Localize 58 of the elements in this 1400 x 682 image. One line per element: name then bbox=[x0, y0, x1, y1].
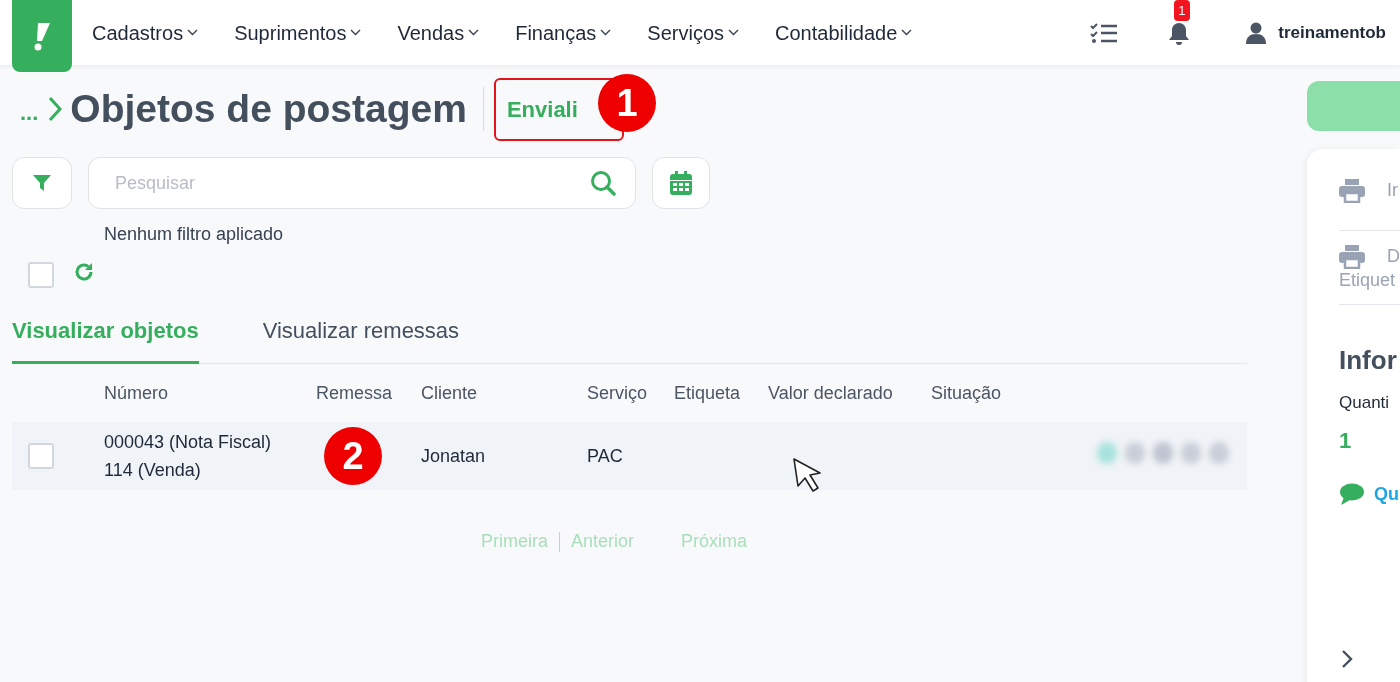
table-cell-text: 114 (Venda) bbox=[104, 459, 202, 482]
chevron-right-icon bbox=[48, 96, 63, 122]
quantity-value: 1 bbox=[1339, 426, 1353, 455]
notification-badge: 1 bbox=[1174, 0, 1190, 21]
printer-icon bbox=[1339, 244, 1365, 269]
nav-menu[interactable]: Cadastros bbox=[92, 17, 199, 48]
printer-icon bbox=[1339, 178, 1365, 203]
user-name[interactable]: treinamentob bbox=[1278, 19, 1386, 46]
action-link[interactable]: D bbox=[1387, 243, 1400, 270]
search-icon bbox=[590, 170, 616, 196]
nav-menu[interactable]: Vendas bbox=[397, 17, 480, 48]
chevron-down-icon bbox=[901, 29, 913, 36]
exclamation-logo-icon bbox=[32, 21, 52, 51]
column-header: Valor declarado bbox=[768, 382, 893, 403]
checkbox[interactable] bbox=[28, 443, 54, 469]
table-cell-text: Jonatan bbox=[421, 444, 487, 468]
panel-heading: Infor bbox=[1339, 344, 1398, 377]
step-marker: 1 bbox=[598, 74, 656, 132]
table-cell-text: PAC bbox=[587, 444, 624, 468]
column-header: Cliente bbox=[421, 382, 478, 403]
nav-menu[interactable]: Serviços bbox=[647, 17, 740, 48]
chat-bubble-icon bbox=[1339, 483, 1364, 505]
tab[interactable]: Visualizar objetos bbox=[12, 304, 199, 364]
breadcrumb-ellipsis[interactable]: ... bbox=[20, 95, 39, 129]
refresh-icon[interactable] bbox=[74, 262, 94, 282]
action-link[interactable]: Etiquet bbox=[1339, 270, 1400, 290]
quantity-label: Quanti bbox=[1339, 392, 1391, 414]
nav-menu[interactable]: Contabilidade bbox=[775, 17, 913, 48]
tab[interactable]: Visualizar remessas bbox=[262, 304, 460, 364]
calendar-icon bbox=[670, 171, 692, 195]
column-header: Etiqueta bbox=[674, 382, 741, 403]
column-header: Situação bbox=[931, 382, 1002, 403]
filter-button[interactable] bbox=[12, 157, 72, 209]
bell-icon[interactable] bbox=[1168, 21, 1191, 46]
filter-icon bbox=[32, 174, 52, 192]
action-link[interactable]: Ir bbox=[1387, 177, 1398, 204]
table-cell-text: 000043 (Nota Fiscal) bbox=[104, 431, 273, 454]
chevron-down-icon bbox=[468, 29, 480, 36]
chevron-down-icon bbox=[728, 29, 740, 36]
filter-status: Nenhum filtro aplicado bbox=[104, 223, 285, 246]
checkbox[interactable] bbox=[28, 262, 54, 288]
chevron-down-icon bbox=[350, 29, 362, 36]
calendar-button[interactable] bbox=[652, 157, 710, 209]
column-header: Remessa bbox=[316, 382, 393, 403]
chevron-down-icon bbox=[600, 29, 612, 36]
checklist-icon[interactable] bbox=[1090, 21, 1119, 44]
chevron-down-icon bbox=[187, 29, 199, 36]
page-title: Objetos de postagem bbox=[70, 85, 467, 132]
column-header: Número bbox=[104, 382, 169, 403]
chevron-right-icon[interactable] bbox=[1341, 649, 1353, 669]
column-header: Serviço bbox=[587, 382, 648, 403]
search-field[interactable]: Pesquisar bbox=[88, 157, 636, 209]
logo[interactable] bbox=[12, 0, 72, 72]
nav-menu[interactable]: Suprimentos bbox=[234, 17, 362, 48]
integration-label[interactable]: Enviali bbox=[506, 96, 578, 122]
nav-menu[interactable]: Finanças bbox=[515, 17, 612, 48]
help-link[interactable]: Qu bbox=[1374, 480, 1399, 508]
user-icon bbox=[1246, 21, 1267, 44]
